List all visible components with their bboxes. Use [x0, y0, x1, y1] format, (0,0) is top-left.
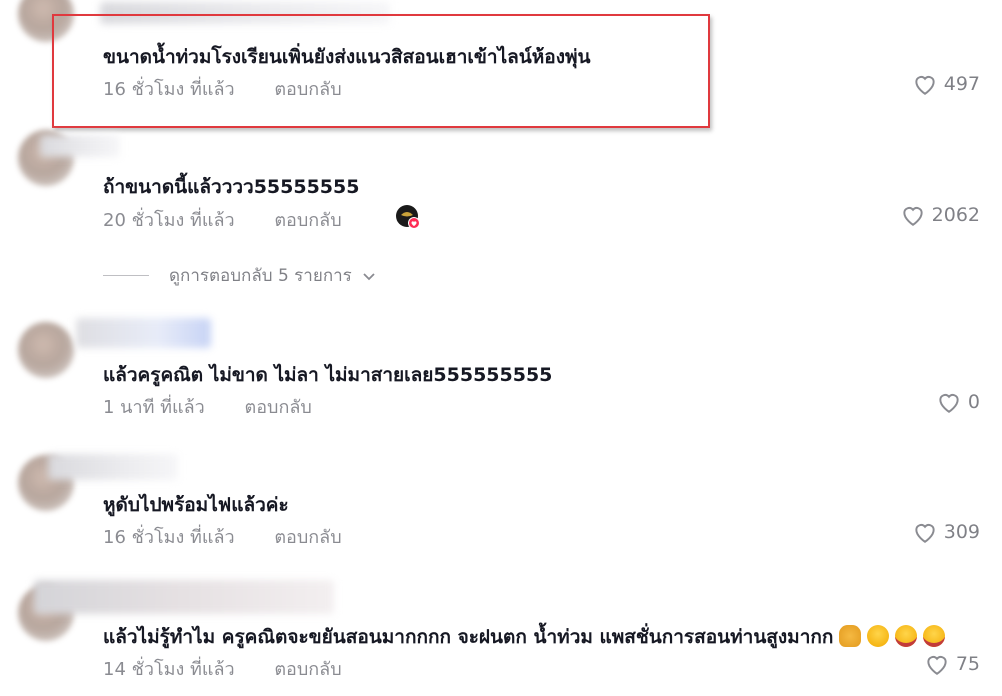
tears-of-joy-emoji: [923, 625, 946, 647]
avatar[interactable]: [18, 322, 74, 378]
like-count: 0: [967, 391, 980, 413]
view-replies-button[interactable]: ดูการตอบกลับ 5 รายการ: [103, 262, 376, 289]
hand-over-mouth-emoji: [867, 625, 890, 647]
like-count: 497: [943, 73, 980, 95]
like-button[interactable]: 497: [912, 72, 980, 96]
reply-button[interactable]: ตอบกลับ: [274, 522, 341, 551]
reply-button[interactable]: ตอบกลับ: [274, 205, 341, 234]
heart-outline-icon: [915, 524, 935, 543]
like-button[interactable]: 75: [924, 652, 980, 676]
reply-button[interactable]: ตอบกลับ: [274, 654, 341, 683]
like-button[interactable]: 2062: [900, 203, 980, 227]
comment-time: 1 นาที ที่แล้ว: [103, 397, 205, 418]
comment-text-content: แล้วไม่รู้ทำไม ครูคณิตจะขยันสอนมากกกก จะ…: [103, 626, 834, 648]
folded-hands-emoji: [839, 625, 862, 647]
divider: [103, 275, 149, 276]
like-count: 309: [943, 521, 980, 543]
comment-meta: 20 ชั่วโมง ที่แล้ว ตอบกลับ: [103, 205, 342, 234]
view-replies-label: ดูการตอบกลับ 5 รายการ: [169, 266, 352, 286]
comment-text: แล้วไม่รู้ทำไม ครูคณิตจะขยันสอนมากกกก จะ…: [103, 622, 946, 652]
comment-text: ถ้าขนาดนี้แล้วววว55555555: [103, 176, 360, 198]
highlight-box: [52, 14, 710, 128]
chevron-down-icon: [363, 272, 375, 280]
like-button[interactable]: 0: [936, 390, 980, 414]
username-blurred[interactable]: [40, 135, 120, 157]
like-count: 2062: [931, 204, 980, 226]
comment-text: หูดับไปพร้อมไฟแล้วค่ะ: [103, 494, 289, 516]
comment-time: 16 ชั่วโมง ที่แล้ว: [103, 527, 235, 548]
comment-meta: 14 ชั่วโมง ที่แล้ว ตอบกลับ: [103, 654, 342, 683]
like-count: 75: [955, 653, 980, 675]
comment-time: 20 ชั่วโมง ที่แล้ว: [103, 210, 235, 231]
username-blurred[interactable]: [48, 454, 178, 480]
like-button[interactable]: 309: [912, 520, 980, 544]
comment-time: 14 ชั่วโมง ที่แล้ว: [103, 659, 235, 680]
creator-liked-avatar: [395, 204, 421, 230]
reply-button[interactable]: ตอบกลับ: [245, 392, 312, 421]
comment-meta: 1 นาที ที่แล้ว ตอบกลับ: [103, 392, 312, 421]
username-blurred[interactable]: [76, 318, 211, 348]
heart-outline-icon: [902, 207, 923, 226]
heart-outline-icon: [915, 76, 935, 95]
heart-outline-icon: [927, 656, 947, 675]
heart-outline-icon: [939, 394, 959, 413]
comment-meta: 16 ชั่วโมง ที่แล้ว ตอบกลับ: [103, 522, 342, 551]
comment-text: แล้วครูคณิต ไม่ขาด ไม่ลา ไม่มาสายเลย5555…: [103, 364, 553, 386]
tears-of-joy-emoji: [895, 625, 918, 647]
username-blurred[interactable]: [34, 580, 334, 614]
